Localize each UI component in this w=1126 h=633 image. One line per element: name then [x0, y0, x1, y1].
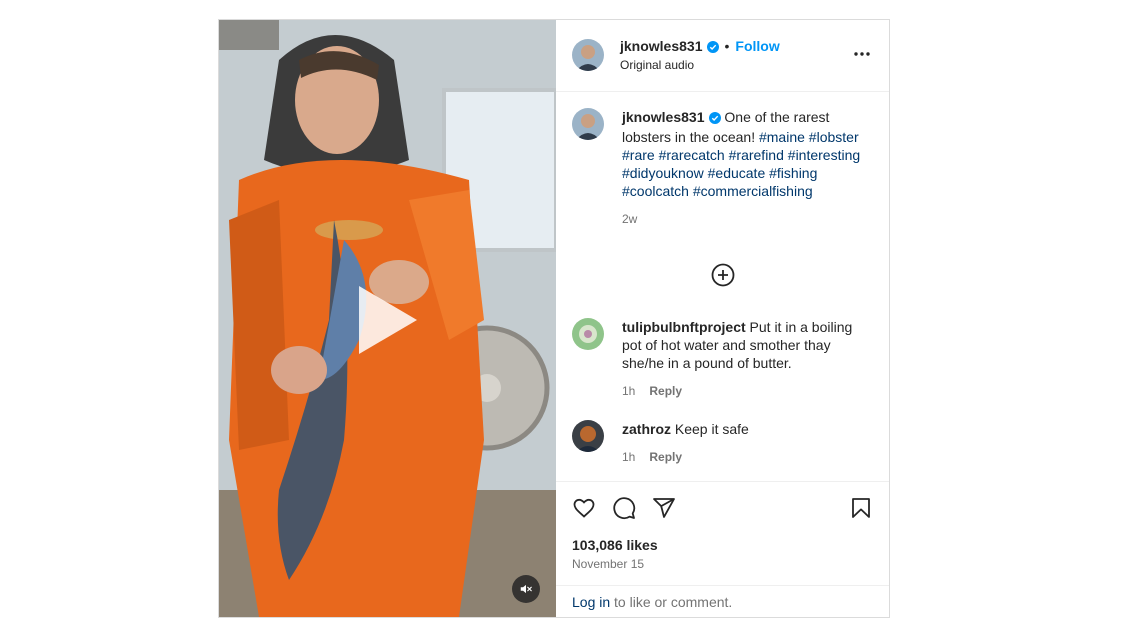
hashtag-link[interactable]: #rarefind: [729, 147, 784, 163]
comment-time: 1h: [622, 384, 636, 398]
comments-section: jknowles831 One of the rarest lobsters i…: [556, 92, 889, 482]
commenter-avatar[interactable]: [572, 420, 604, 452]
caption-time: 2w: [622, 212, 638, 226]
hashtag-link[interactable]: #rarecatch: [659, 147, 725, 163]
comment-meta: 1h Reply: [622, 382, 873, 400]
login-prompt: Log in to like or comment.: [556, 586, 889, 617]
commenter-username[interactable]: zathroz: [622, 421, 671, 437]
hashtag-link[interactable]: #commercialfishing: [693, 183, 813, 199]
comment-text: zathroz Keep it safe 1h Reply: [622, 420, 873, 466]
author-avatar[interactable]: [572, 108, 604, 140]
save-icon[interactable]: [849, 496, 873, 525]
verified-badge-icon: [706, 40, 719, 58]
heart-icon[interactable]: [572, 496, 596, 525]
follow-button[interactable]: Follow: [735, 38, 779, 54]
comment-text: tulipbulbnftproject Put it in a boiling …: [622, 318, 873, 400]
post-date[interactable]: November 15: [572, 557, 644, 571]
reply-button[interactable]: Reply: [649, 384, 682, 398]
comment-time: 1h: [622, 450, 636, 464]
audio-label[interactable]: Original audio: [620, 58, 694, 72]
header-title-row: jknowles831 • Follow: [620, 38, 780, 58]
hashtag-link[interactable]: #interesting: [788, 147, 860, 163]
hashtag-link[interactable]: #maine: [759, 129, 805, 145]
verified-badge-icon: [708, 110, 721, 128]
more-options-icon[interactable]: [853, 44, 871, 62]
add-comment-icon[interactable]: [711, 263, 735, 292]
play-icon[interactable]: [359, 286, 417, 354]
commenter-avatar[interactable]: [572, 318, 604, 350]
post-sidebar: jknowles831 • Follow Original audio jknowl…: [556, 20, 889, 617]
author-avatar[interactable]: [572, 39, 604, 71]
hashtag-link[interactable]: #didyouknow: [622, 165, 704, 181]
reply-button[interactable]: Reply: [649, 450, 682, 464]
post-header: jknowles831 • Follow Original audio: [556, 20, 889, 92]
caption-username[interactable]: jknowles831: [622, 109, 705, 125]
comment-meta: 1h Reply: [622, 448, 873, 466]
muted-icon[interactable]: [512, 575, 540, 603]
hashtag-link[interactable]: #lobster: [809, 129, 859, 145]
caption-text: jknowles831 One of the rarest lobsters i…: [622, 108, 873, 228]
comment-item: tulipbulbnftproject Put it in a boiling …: [572, 318, 873, 398]
comment-body: Keep it safe: [674, 421, 749, 437]
author-username[interactable]: jknowles831: [620, 38, 703, 54]
hashtag-link[interactable]: #educate: [708, 165, 766, 181]
caption-row: jknowles831 One of the rarest lobsters i…: [572, 108, 873, 238]
hashtag-link[interactable]: #fishing: [769, 165, 817, 181]
share-icon[interactable]: [652, 496, 676, 525]
separator-dot: •: [724, 38, 730, 54]
login-prompt-text: to like or comment.: [610, 594, 733, 610]
login-link[interactable]: Log in: [572, 594, 610, 610]
comment-item: zathroz Keep it safe 1h Reply: [572, 420, 873, 480]
action-bar: 103,086 likes November 15: [556, 482, 889, 586]
post-card: jknowles831 • Follow Original audio jknowl…: [218, 19, 890, 618]
likes-count[interactable]: 103,086 likes: [572, 537, 658, 553]
comment-icon[interactable]: [612, 496, 636, 525]
video-player[interactable]: [219, 20, 556, 617]
hashtag-link[interactable]: #rare: [622, 147, 655, 163]
commenter-username[interactable]: tulipbulbnftproject: [622, 319, 746, 335]
hashtag-link[interactable]: #coolcatch: [622, 183, 689, 199]
